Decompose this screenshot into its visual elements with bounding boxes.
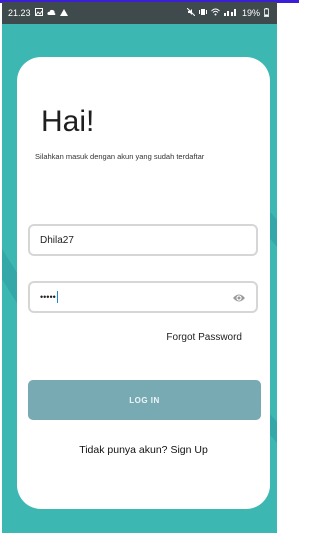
login-button[interactable]: LOG IN (28, 380, 261, 420)
vibrate-icon (198, 8, 207, 18)
text-caret (56, 291, 58, 303)
password-value: ••••• (40, 292, 56, 302)
status-left: 21.23 (8, 8, 68, 18)
username-value: Dhila27 (40, 234, 74, 246)
signup-prompt: Tidak punya akun? (79, 444, 168, 456)
status-time: 21.23 (8, 8, 31, 18)
username-field[interactable]: Dhila27 (28, 224, 258, 256)
login-card: Hai! Silahkan masuk dengan akun yang sud… (17, 57, 270, 509)
battery-percent: 19% (241, 8, 260, 18)
wifi-icon (211, 8, 220, 18)
page-subtitle: Silahkan masuk dengan akun yang sudah te… (35, 152, 205, 161)
status-bar: 21.23 19% (2, 2, 277, 24)
warning-icon (59, 8, 68, 18)
phone-screen: 21.23 19% Hai! Silahkan masuk dengan aku… (2, 2, 277, 533)
gallery-icon (34, 8, 43, 18)
mute-icon (186, 7, 196, 18)
eye-icon[interactable] (232, 291, 246, 303)
password-field[interactable]: ••••• (28, 281, 258, 313)
signal-icon (223, 8, 238, 18)
page-title: Hai! (41, 105, 95, 138)
cloud-icon (46, 9, 56, 18)
status-right: 19% (186, 7, 269, 19)
signup-link[interactable]: Sign Up (170, 444, 207, 456)
battery-icon (264, 7, 269, 19)
signup-row: Tidak punya akun? Sign Up (17, 444, 270, 456)
forgot-password-link[interactable]: Forgot Password (166, 332, 242, 343)
